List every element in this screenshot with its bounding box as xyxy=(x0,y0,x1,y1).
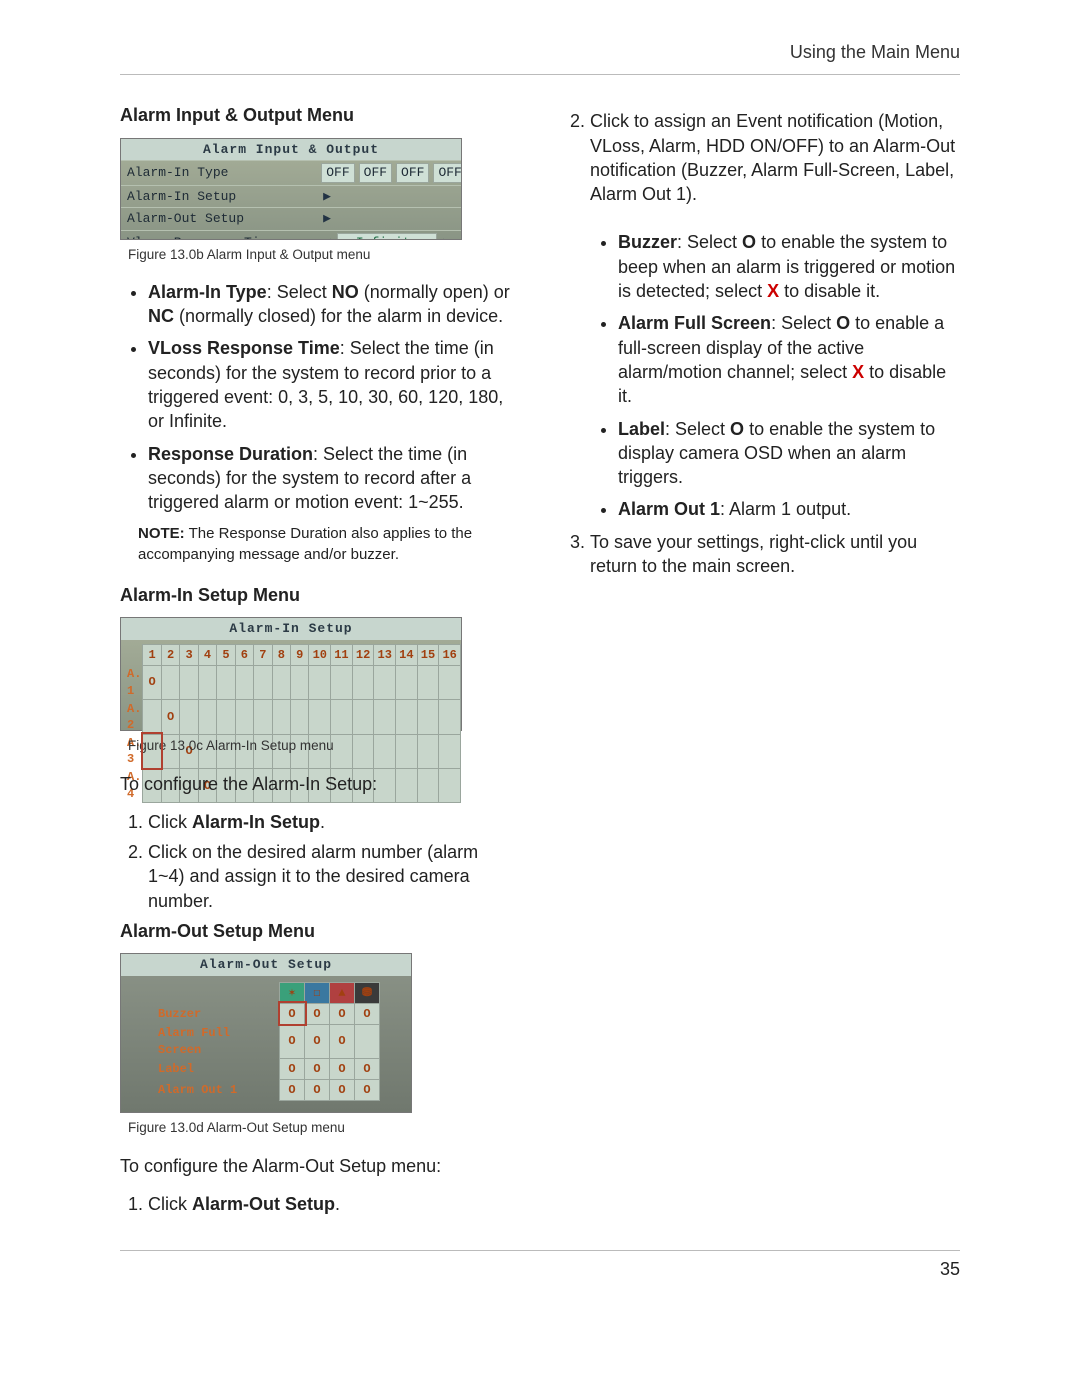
arrow-icon: ▶ xyxy=(317,188,337,206)
left-column: Alarm Input & Output Menu Alarm Input & … xyxy=(120,103,518,1222)
bullet-item: Alarm-In Type: Select NO (normally open)… xyxy=(148,280,518,329)
bullet-item: Alarm Full Screen: Select O to enable a … xyxy=(618,311,960,408)
menu-row-label: Alarm-In Setup xyxy=(127,188,317,206)
heading-alarm-io: Alarm Input & Output Menu xyxy=(120,103,518,127)
body-text: : Select xyxy=(665,419,730,439)
figure-alarm-io-menu: Alarm Input & Output Alarm-In Type OFF O… xyxy=(120,138,462,240)
grid-header: ✶☐▲⛃ xyxy=(152,982,380,1003)
body-text: : Select xyxy=(267,282,332,302)
body-text: : Select xyxy=(771,313,836,333)
body-text: (normally open) or xyxy=(359,282,510,302)
bold-term: Buzzer xyxy=(618,232,677,252)
step-item: To save your settings, right-click until… xyxy=(590,530,960,579)
arrow-icon: ▶ xyxy=(317,210,337,228)
menu-title: Alarm Input & Output xyxy=(121,139,461,161)
menu-val: OFF xyxy=(433,163,462,183)
body-text: Click to assign an Event notification (M… xyxy=(590,111,955,204)
ordered-steps: Click Alarm-Out Setup. xyxy=(120,1192,518,1216)
grid-row: LabelOOOO xyxy=(152,1059,380,1080)
intro-text: To configure the Alarm-Out Setup menu: xyxy=(120,1154,518,1178)
bold-term: O xyxy=(836,313,850,333)
bold-term: O xyxy=(742,232,756,252)
menu-val: Infinite xyxy=(337,233,437,240)
arrow-icon: ◀ xyxy=(317,234,337,240)
menu-title: Alarm-Out Setup xyxy=(121,954,411,976)
document-page: Using the Main Menu Alarm Input & Output… xyxy=(0,0,1080,1397)
figure-caption: Figure 13.0d Alarm-Out Setup menu xyxy=(128,1119,518,1137)
grid-row: A. 1O xyxy=(121,665,461,699)
red-x: X xyxy=(767,281,779,301)
red-x: X xyxy=(852,362,864,382)
grid-header: 12345678910111213141516 xyxy=(121,644,461,665)
bullet-item: Response Duration: Select the time (in s… xyxy=(148,442,518,515)
bold-term: Label xyxy=(618,419,665,439)
bold-term: NC xyxy=(148,306,174,326)
figure-caption: Figure 13.0b Alarm Input & Output menu xyxy=(128,246,518,264)
header-rule xyxy=(120,74,960,75)
nested-bullets: Buzzer: Select O to enable the system to… xyxy=(590,230,960,521)
footer-rule xyxy=(120,1250,960,1251)
step-item: Click Alarm-Out Setup. xyxy=(148,1192,518,1216)
body-text: Click xyxy=(148,1194,192,1214)
menu-val: OFF xyxy=(396,163,429,183)
menu-val: OFF xyxy=(359,163,392,183)
page-header: Using the Main Menu xyxy=(120,40,960,70)
bullet-item: VLoss Response Time: Select the time (in… xyxy=(148,336,518,433)
body-text: . xyxy=(320,812,325,832)
menu-row-label: Alarm-Out Setup xyxy=(127,210,317,228)
bold-term: Response Duration xyxy=(148,444,313,464)
note-lead: NOTE: xyxy=(138,525,185,542)
step-item: Click Alarm-In Setup. xyxy=(148,810,518,834)
bullet-item: Alarm Out 1: Alarm 1 output. xyxy=(618,497,960,521)
intro-text: To configure the Alarm-In Setup: xyxy=(120,772,518,796)
body-text: (normally closed) for the alarm in devic… xyxy=(174,306,503,326)
figure-alarm-in-menu: Alarm-In Setup 12345678910111213141516 A… xyxy=(120,617,462,731)
grid-row: Alarm Full ScreenOOO xyxy=(152,1024,380,1058)
note-block: NOTE: The Response Duration also applies… xyxy=(138,524,518,565)
step-item: Click to assign an Event notification (M… xyxy=(590,109,960,521)
body-text: : Alarm 1 output. xyxy=(720,499,851,519)
bold-term: NO xyxy=(332,282,359,302)
grid-row: BuzzerOOOO xyxy=(152,1003,380,1024)
arrow-icon: ▶ xyxy=(437,234,457,240)
bold-term: Alarm Out 1 xyxy=(618,499,720,519)
heading-alarm-out: Alarm-Out Setup Menu xyxy=(120,919,518,943)
body-text: to disable it. xyxy=(779,281,880,301)
bold-term: Alarm-In Type xyxy=(148,282,267,302)
grid-row: A. 2O xyxy=(121,700,461,734)
note-text: The Response Duration also applies to th… xyxy=(138,525,472,562)
body-text: Click on the desired alarm number (alarm… xyxy=(148,842,478,911)
bold-term: Alarm-In Setup xyxy=(192,812,320,832)
ordered-steps: Click Alarm-In Setup. Click on the desir… xyxy=(120,810,518,913)
bullet-item: Label: Select O to enable the system to … xyxy=(618,417,960,490)
bullet-item: Buzzer: Select O to enable the system to… xyxy=(618,230,960,303)
body-text: : Select xyxy=(677,232,742,252)
menu-row-label: Vloss Response Time xyxy=(127,234,317,240)
ordered-steps: Click to assign an Event notification (M… xyxy=(562,109,960,578)
bold-term: VLoss Response Time xyxy=(148,338,340,358)
menu-title: Alarm-In Setup xyxy=(121,618,461,640)
bold-term: O xyxy=(730,419,744,439)
bullet-list: Alarm-In Type: Select NO (normally open)… xyxy=(120,280,518,515)
step-item: Click on the desired alarm number (alarm… xyxy=(148,840,518,913)
body-text: To save your settings, right-click until… xyxy=(590,532,917,576)
content-columns: Alarm Input & Output Menu Alarm Input & … xyxy=(120,103,960,1222)
page-number: 35 xyxy=(120,1257,960,1281)
figure-alarm-out-menu: Alarm-Out Setup ✶☐▲⛃ BuzzerOOOO Alarm Fu… xyxy=(120,953,412,1113)
right-column: Click to assign an Event notification (M… xyxy=(562,103,960,1222)
bold-term: Alarm-Out Setup xyxy=(192,1194,335,1214)
body-text: . xyxy=(335,1194,340,1214)
bold-term: Alarm Full Screen xyxy=(618,313,771,333)
heading-alarm-in: Alarm-In Setup Menu xyxy=(120,583,518,607)
menu-row-label: Alarm-In Type xyxy=(127,164,317,182)
figure-caption: Figure 13.0c Alarm-In Setup menu xyxy=(128,737,518,755)
menu-val: OFF xyxy=(321,163,354,183)
grid-row: Alarm Out 1OOOO xyxy=(152,1080,380,1101)
body-text: Click xyxy=(148,812,192,832)
